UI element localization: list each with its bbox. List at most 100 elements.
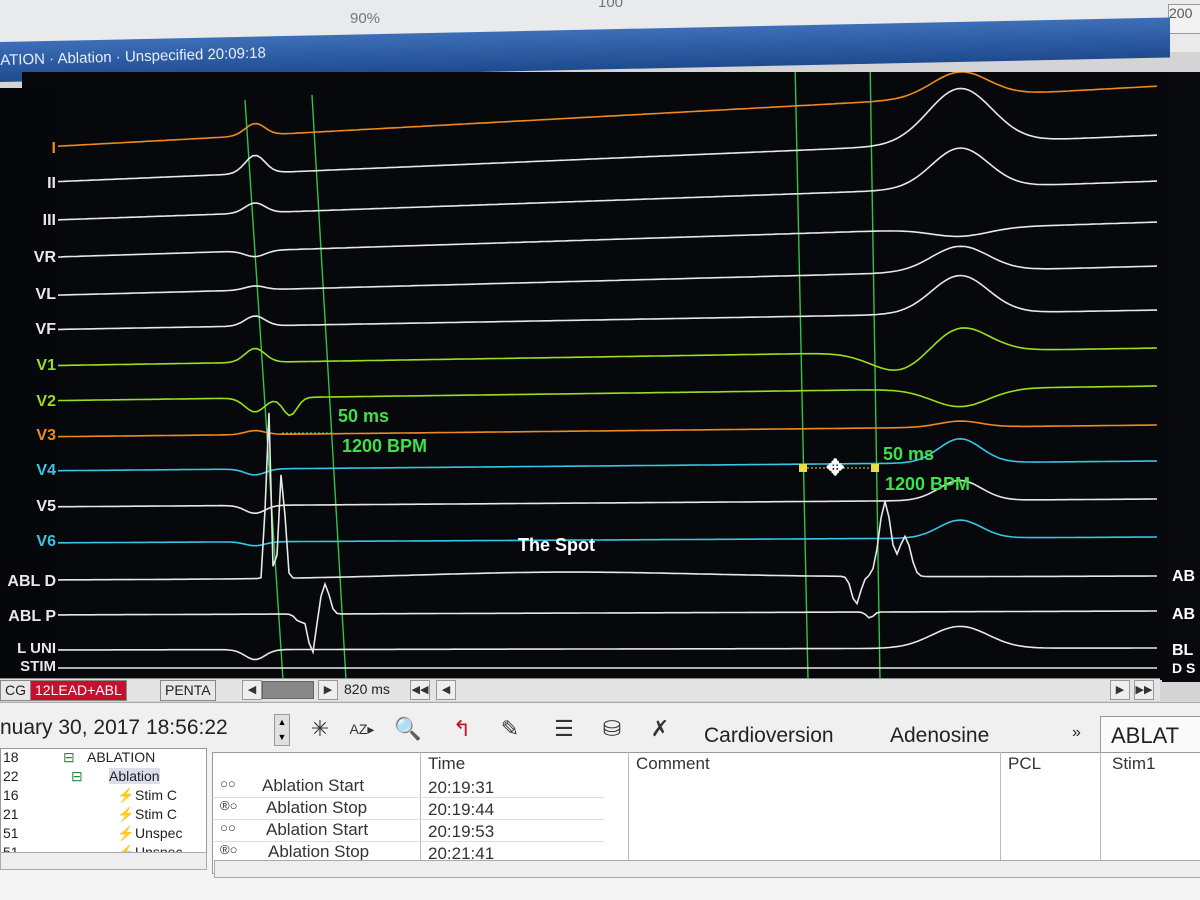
step-back-icon[interactable]: ◀: [436, 680, 456, 700]
caliper-handle: [799, 464, 807, 472]
cardioversion-button[interactable]: Cardioversion: [704, 724, 834, 748]
scroll-right-icon[interactable]: ▶: [318, 680, 338, 700]
caliper-ms-label: 50 ms: [338, 406, 389, 426]
right-top-value: 200: [1168, 4, 1200, 34]
tree-expand-icon[interactable]: ⊟: [63, 749, 75, 766]
caliper-line: [244, 99, 284, 681]
right-label-3: BL: [1172, 642, 1194, 659]
ruler-thumb[interactable]: [262, 681, 314, 699]
tree-expand-icon[interactable]: ⊟: [71, 768, 83, 785]
tab-12lead-abl[interactable]: 12LEAD+ABL: [30, 680, 127, 701]
trace-i: [24, 71, 1158, 149]
lead-label-v1: V1: [36, 357, 56, 374]
scroll-left-icon[interactable]: ◀: [242, 680, 262, 700]
lead-label-v5: V5: [36, 498, 56, 515]
trace-v4: [25, 437, 1158, 476]
lead-label-stim: STIM: [20, 658, 56, 675]
stim-icon: ⚡: [117, 787, 135, 803]
lead-label-abl-d: ABL D: [7, 573, 56, 590]
tree-item-stim[interactable]: Stim C: [135, 787, 177, 803]
header-time[interactable]: Time: [428, 754, 465, 774]
stim-icon: ⚡: [117, 806, 135, 822]
tab-penta[interactable]: PENTA: [160, 680, 216, 701]
adenosine-button[interactable]: Adenosine: [890, 724, 989, 748]
step-forward-icon[interactable]: ▶: [1110, 680, 1130, 700]
event-status-icon: ®○: [220, 842, 238, 857]
marker-icon[interactable]: ✳: [304, 714, 336, 744]
event-name: Ablation Stop: [268, 842, 370, 861]
tree-item-stim[interactable]: Stim C: [135, 806, 177, 822]
event-name: Ablation Start: [266, 820, 369, 839]
trace-v2: [24, 385, 1158, 417]
header-comment[interactable]: Comment: [636, 754, 710, 774]
trace-ii: [24, 87, 1158, 184]
caliper-bpm-label: 1200 BPM: [342, 436, 427, 456]
return-arrow-icon[interactable]: ↰: [446, 714, 478, 744]
tree-item-unspec[interactable]: Unspec: [135, 825, 182, 841]
clear-marker-icon[interactable]: ✗: [644, 714, 676, 744]
header-pcl[interactable]: PCL: [1008, 754, 1041, 774]
trace-abl-p: [25, 581, 1157, 655]
time-spinner-icon[interactable]: ▲ ▼: [274, 714, 290, 746]
zoom-search-icon[interactable]: 🔍: [392, 714, 424, 744]
tree-item-ablation[interactable]: Ablation: [109, 768, 160, 784]
pen-icon[interactable]: ✎: [494, 714, 526, 744]
list-icon[interactable]: ☰: [548, 714, 580, 744]
rewind-icon[interactable]: ◀◀: [410, 680, 430, 700]
tab-cg[interactable]: CG: [0, 680, 31, 701]
trace-vf: [24, 274, 1157, 331]
more-chevron-icon[interactable]: »: [1072, 724, 1081, 742]
binoculars-icon[interactable]: ⛁: [596, 714, 628, 744]
ablation-label[interactable]: ABLAT: [1100, 716, 1200, 756]
event-time: 20:19:53: [428, 822, 495, 841]
lead-label-v2: V2: [36, 393, 56, 410]
trace-l-uni: [25, 625, 1157, 661]
tree-number: 21: [3, 806, 19, 822]
events-scrollbar[interactable]: [214, 860, 1200, 878]
fast-forward-icon[interactable]: ▶▶: [1134, 680, 1154, 700]
event-time: 20:19:44: [428, 800, 495, 819]
lead-label-vf: VF: [35, 321, 56, 338]
date-time-display[interactable]: nuary 30, 2017 18:56:22: [0, 716, 228, 740]
event-status-icon: ®○: [220, 798, 238, 813]
event-row[interactable]: ○○ Ablation Start: [214, 776, 604, 798]
event-status-icon: ○○: [220, 820, 236, 835]
caliper-line: [311, 94, 347, 681]
tree-item-ablation-root[interactable]: ABLATION: [87, 749, 155, 765]
tree-number: 18: [3, 749, 19, 765]
zoom-label: 90%: [350, 10, 381, 27]
ecg-panel[interactable]: 50 ms 1200 BPM 50 ms 1200 BPM ✥ The Spot: [22, 57, 1162, 681]
event-name: Ablation Stop: [266, 798, 368, 817]
column-divider: [628, 752, 629, 870]
trace-v5: [25, 479, 1157, 515]
lead-label-i: I: [51, 140, 56, 157]
trace-vr: [24, 221, 1158, 259]
lead-label-abl-p: ABL P: [8, 608, 56, 625]
tree-number: 16: [3, 787, 19, 803]
sweep-speed: 820 ms: [344, 681, 390, 697]
right-label-2: AB: [1172, 606, 1196, 623]
caliper-bpm-label: 1200 BPM: [885, 474, 970, 494]
right-label-4: D S: [1172, 660, 1196, 676]
stim-icon: ⚡: [117, 825, 135, 841]
header-stim1[interactable]: Stim1: [1112, 754, 1155, 774]
event-time: 20:19:31: [428, 778, 495, 797]
trace-abl-d: [25, 412, 1157, 606]
tree-number: 51: [3, 825, 19, 841]
event-name: Ablation Start: [262, 776, 365, 795]
event-row[interactable]: ○○ Ablation Start: [214, 820, 604, 842]
lead-label-vr: VR: [33, 249, 56, 266]
column-divider: [1000, 752, 1001, 870]
lead-label-iii: III: [42, 212, 56, 229]
scale-label: 100: [598, 0, 624, 11]
sort-az-icon[interactable]: AZ▸: [346, 714, 378, 744]
ecg-traces[interactable]: 50 ms 1200 BPM 50 ms 1200 BPM ✥ The Spot: [22, 57, 1162, 681]
caliper-handle: [871, 464, 879, 472]
caliper-ms-label: 50 ms: [883, 444, 934, 464]
trace-v1: [24, 327, 1158, 371]
lead-label-ii: II: [47, 175, 56, 192]
event-row[interactable]: ®○ Ablation Stop: [214, 798, 604, 820]
event-status-icon: ○○: [220, 776, 236, 791]
lead-label-v4: V4: [36, 462, 56, 479]
tree-scrollbar[interactable]: [0, 852, 207, 870]
